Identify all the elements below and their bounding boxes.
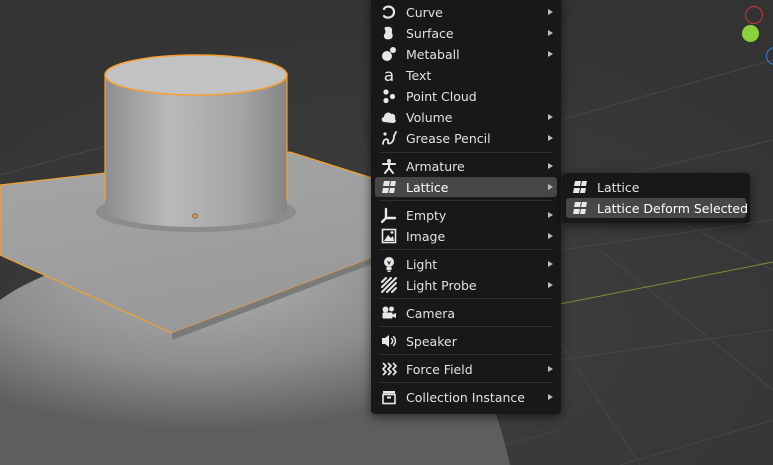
- lattice-icon: [571, 199, 589, 217]
- metaball-icon: [380, 45, 398, 63]
- submenu-arrow-icon: [548, 30, 553, 36]
- menu-item-label: Light Probe: [406, 277, 477, 293]
- menu-item-speaker[interactable]: Speaker: [375, 331, 557, 351]
- lattice-icon: [571, 178, 589, 196]
- menu-item-force-field[interactable]: Force Field: [375, 359, 557, 379]
- armature-icon: [380, 157, 398, 175]
- force-field-icon: [380, 360, 398, 378]
- menu-item-label: Volume: [406, 109, 453, 125]
- camera-icon: [380, 304, 398, 322]
- light-icon: [380, 255, 398, 273]
- menu-item-label: Surface: [406, 25, 454, 41]
- light-probe-icon: [380, 276, 398, 294]
- menu-item-label: Curve: [406, 4, 443, 20]
- menu-separator: [379, 200, 553, 201]
- menu-item-label: Light: [406, 256, 438, 272]
- submenu-arrow-icon: [548, 366, 553, 372]
- gizmo-y-axis[interactable]: [742, 25, 759, 42]
- submenu-arrow-icon: [548, 282, 553, 288]
- submenu-arrow-icon: [548, 114, 553, 120]
- submenu-item-lattice[interactable]: Lattice: [566, 177, 746, 197]
- menu-item-label: Armature: [406, 158, 465, 174]
- image-icon: [380, 227, 398, 245]
- cylinder-top: [104, 54, 288, 96]
- menu-item-light[interactable]: Light: [375, 254, 557, 274]
- collection-instance-icon: [380, 388, 398, 406]
- menu-item-camera[interactable]: Camera: [375, 303, 557, 323]
- menu-separator: [379, 152, 553, 153]
- menu-item-light-probe[interactable]: Light Probe: [375, 275, 557, 295]
- text-icon: a: [380, 66, 398, 84]
- menu-item-lattice[interactable]: Lattice: [375, 177, 557, 197]
- menu-item-label: Camera: [406, 305, 456, 321]
- speaker-icon: [380, 332, 398, 350]
- menu-separator: [379, 354, 553, 355]
- menu-item-label: Lattice: [406, 179, 449, 195]
- volume-icon: [380, 108, 398, 126]
- surface-icon: [380, 24, 398, 42]
- submenu-arrow-icon: [548, 135, 553, 141]
- menu-item-metaball[interactable]: Metaball: [375, 44, 557, 64]
- menu-item-label: Force Field: [406, 361, 473, 377]
- submenu-item-label: Lattice: [597, 179, 640, 195]
- submenu-arrow-icon: [548, 9, 553, 15]
- curve-icon: [380, 3, 398, 21]
- menu-item-label: Collection Instance: [406, 389, 525, 405]
- point-cloud-icon: [380, 87, 398, 105]
- menu-separator: [379, 249, 553, 250]
- menu-item-collection-instance[interactable]: Collection Instance: [375, 387, 557, 407]
- submenu-arrow-icon: [548, 163, 553, 169]
- submenu-arrow-icon: [548, 51, 553, 57]
- svg-text:a: a: [384, 67, 394, 83]
- gizmo-x-axis[interactable]: [745, 6, 763, 24]
- menu-item-grease-pencil[interactable]: Grease Pencil: [375, 128, 557, 148]
- menu-separator: [379, 298, 553, 299]
- add-menu: Curve Surface Metaball a Text Point Clou…: [371, 0, 561, 414]
- menu-separator: [379, 326, 553, 327]
- grease-pencil-icon: [380, 129, 398, 147]
- lattice-icon: [380, 178, 398, 196]
- cylinder-object[interactable]: [105, 75, 287, 227]
- submenu-arrow-icon: [548, 233, 553, 239]
- menu-item-armature[interactable]: Armature: [375, 156, 557, 176]
- menu-item-label: Speaker: [406, 333, 457, 349]
- menu-item-label: Metaball: [406, 46, 460, 62]
- menu-item-label: Point Cloud: [406, 88, 477, 104]
- submenu-arrow-icon: [548, 261, 553, 267]
- menu-item-point-cloud[interactable]: Point Cloud: [375, 86, 557, 106]
- submenu-arrow-icon: [548, 184, 553, 190]
- menu-item-volume[interactable]: Volume: [375, 107, 557, 127]
- submenu-item-label: Lattice Deform Selected: [597, 200, 749, 216]
- menu-item-label: Empty: [406, 207, 447, 223]
- menu-item-text[interactable]: a Text: [375, 65, 557, 85]
- submenu-arrow-icon: [548, 394, 553, 400]
- menu-item-surface[interactable]: Surface: [375, 23, 557, 43]
- submenu-arrow-icon: [548, 212, 553, 218]
- menu-item-label: Grease Pencil: [406, 130, 491, 146]
- menu-item-empty[interactable]: Empty: [375, 205, 557, 225]
- submenu-item-lattice-deform-selected[interactable]: Lattice Deform Selected: [566, 198, 749, 218]
- menu-item-label: Text: [406, 67, 432, 83]
- lattice-submenu: Lattice Lattice Deform Selected: [562, 173, 750, 223]
- menu-item-image[interactable]: Image: [375, 226, 557, 246]
- object-origin-dot: [192, 213, 198, 219]
- menu-item-curve[interactable]: Curve: [375, 2, 557, 22]
- menu-item-label: Image: [406, 228, 446, 244]
- menu-separator: [379, 382, 553, 383]
- empty-icon: [380, 206, 398, 224]
